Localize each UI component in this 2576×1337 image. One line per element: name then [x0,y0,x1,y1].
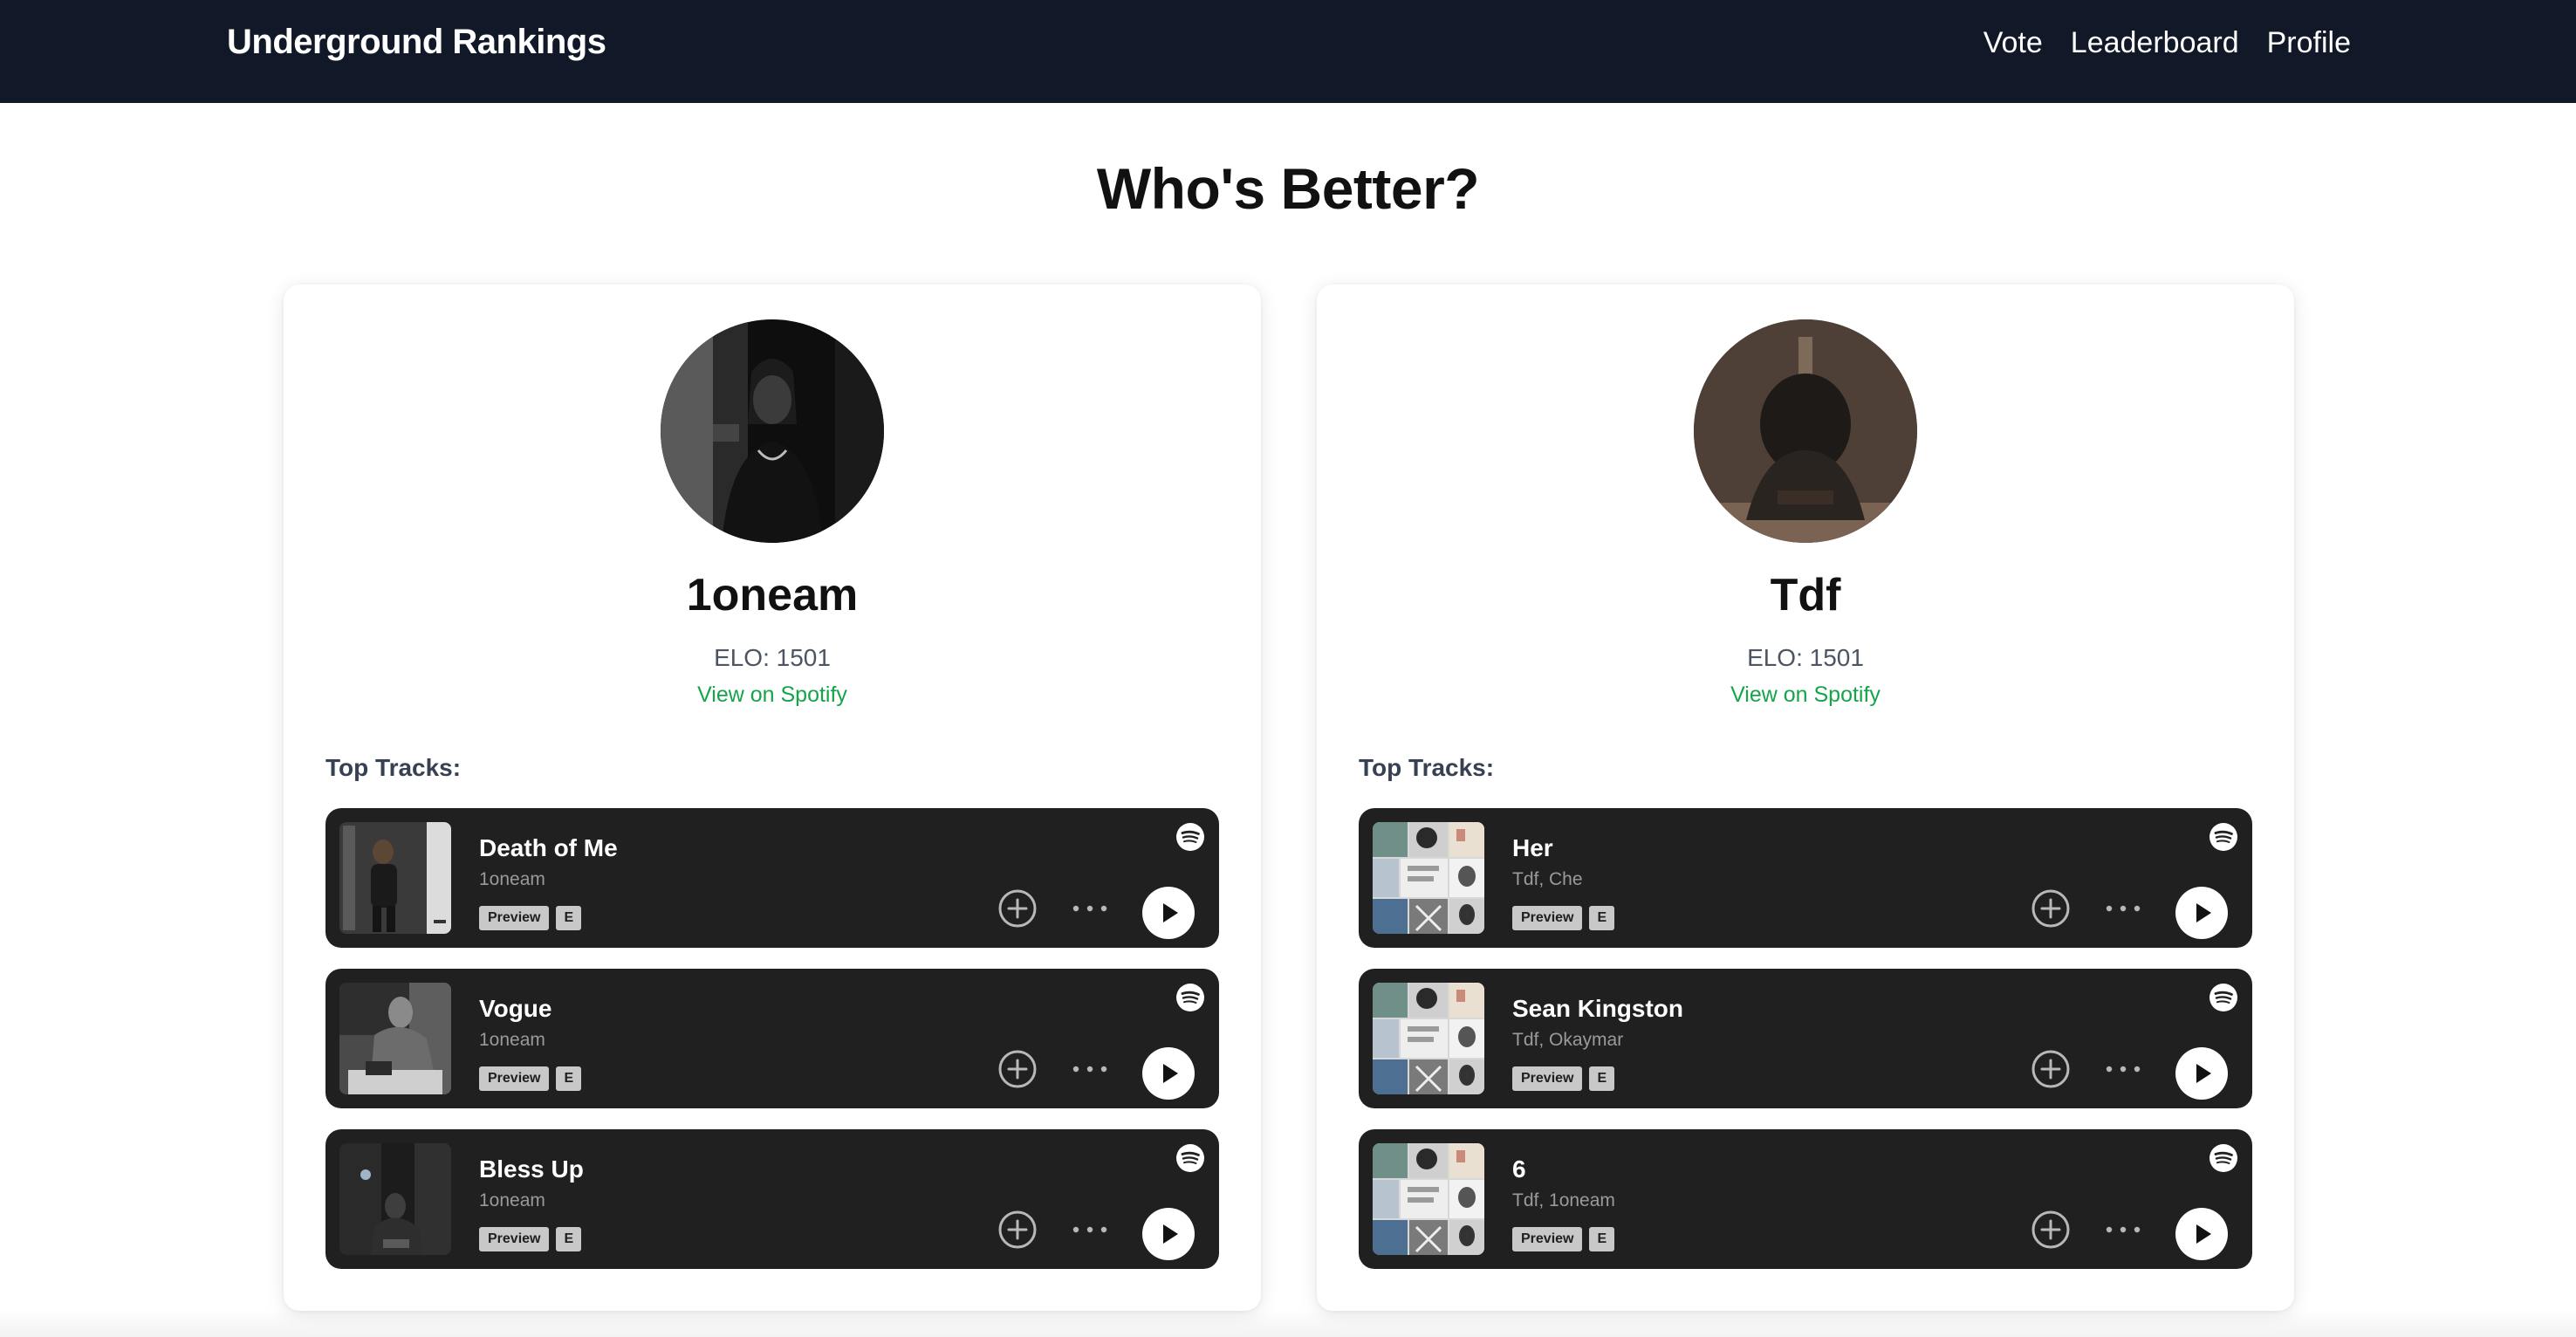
play-icon[interactable] [2175,887,2228,939]
spotify-logo-icon[interactable] [2209,1143,2238,1173]
artist-card-right[interactable]: Tdf ELO: 1501 View on Spotify Top Tracks… [1317,285,2294,1311]
spotify-logo-icon[interactable] [1175,983,1205,1012]
preview-badge: Preview [1512,906,1583,930]
plus-circle-icon[interactable] [2031,1049,2071,1089]
explicit-badge: E [1589,906,1615,930]
nav-leaderboard-link[interactable]: Leaderboard [2071,26,2239,60]
plus-circle-icon[interactable] [997,1210,1038,1250]
play-icon[interactable] [2175,1047,2228,1100]
explicit-badge: E [556,1227,582,1251]
play-icon[interactable] [2175,1208,2228,1260]
preview-badge: Preview [1512,1227,1583,1251]
track-artist[interactable]: 1oneam [479,869,545,890]
explicit-badge: E [556,1066,582,1091]
scroll-fade [0,1309,2576,1337]
track-embed[interactable]: Sean Kingston Tdf, Okaymar Preview E [1359,969,2252,1108]
track-artist[interactable]: Tdf, Che [1512,869,1583,890]
track-embed[interactable]: Her Tdf, Che Preview E [1359,808,2252,948]
plus-circle-icon[interactable] [997,888,1038,929]
spotify-logo-icon[interactable] [2209,822,2238,852]
view-on-spotify-link[interactable]: View on Spotify [284,682,1261,708]
spotify-logo-icon[interactable] [2209,983,2238,1012]
preview-badge: Preview [1512,1066,1583,1091]
more-horizontal-icon[interactable] [1071,1218,1109,1241]
artist-elo: ELO: 1501 [1747,644,1864,671]
artist-card-left[interactable]: 1oneam ELO: 1501 View on Spotify Top Tra… [284,285,1261,1311]
play-icon[interactable] [1142,1208,1195,1260]
track-artist[interactable]: 1oneam [479,1030,545,1051]
track-embed[interactable]: Death of Me 1oneam Preview E [325,808,1219,948]
artist-elo: ELO: 1501 [714,644,831,671]
page-title: Who's Better? [1096,156,1480,221]
album-art [1373,983,1484,1094]
spotify-logo-icon[interactable] [1175,1143,1205,1173]
more-horizontal-icon[interactable] [2104,1058,2142,1080]
album-art [1373,822,1484,934]
main-nav: Vote Leaderboard Profile [1983,26,2351,60]
more-horizontal-icon[interactable] [1071,1058,1109,1080]
plus-circle-icon[interactable] [2031,1210,2071,1250]
artist-name: 1oneam [686,570,859,621]
album-art [339,1143,451,1255]
explicit-badge: E [1589,1066,1615,1091]
artist-avatar [661,319,884,543]
top-navbar: Underground Rankings Vote Leaderboard Pr… [0,0,2576,103]
more-horizontal-icon[interactable] [2104,897,2142,920]
play-icon[interactable] [1142,1047,1195,1100]
more-horizontal-icon[interactable] [2104,1218,2142,1241]
preview-badge: Preview [479,906,550,930]
top-tracks-heading: Top Tracks: [1359,754,1495,781]
spotify-logo-icon[interactable] [1175,822,1205,852]
track-embed[interactable]: Vogue 1oneam Preview E [325,969,1219,1108]
nav-profile-link[interactable]: Profile [2267,26,2351,60]
explicit-badge: E [556,906,582,930]
track-title[interactable]: Her [1512,834,1553,862]
preview-badge: Preview [479,1066,550,1091]
track-title[interactable]: Sean Kingston [1512,995,1683,1023]
track-artist[interactable]: 1oneam [479,1190,545,1211]
app-title[interactable]: Underground Rankings [227,23,606,62]
explicit-badge: E [1589,1227,1615,1251]
nav-vote-link[interactable]: Vote [1983,26,2043,60]
track-embed[interactable]: Bless Up 1oneam Preview E [325,1129,1219,1269]
view-on-spotify-link[interactable]: View on Spotify [1317,682,2294,708]
track-artist[interactable]: Tdf, Okaymar [1512,1030,1623,1051]
album-art [1373,1143,1484,1255]
top-tracks-heading: Top Tracks: [325,754,462,781]
album-art [339,983,451,1094]
track-embed[interactable]: 6 Tdf, 1oneam Preview E [1359,1129,2252,1269]
track-title[interactable]: Bless Up [479,1155,584,1183]
more-horizontal-icon[interactable] [1071,897,1109,920]
track-artist[interactable]: Tdf, 1oneam [1512,1190,1615,1211]
preview-badge: Preview [479,1227,550,1251]
album-art [339,822,451,934]
track-title[interactable]: Vogue [479,995,552,1023]
plus-circle-icon[interactable] [997,1049,1038,1089]
play-icon[interactable] [1142,887,1195,939]
track-title[interactable]: Death of Me [479,834,618,862]
plus-circle-icon[interactable] [2031,888,2071,929]
artist-avatar [1694,319,1917,543]
artist-name: Tdf [1770,570,1841,621]
track-title[interactable]: 6 [1512,1155,1526,1183]
